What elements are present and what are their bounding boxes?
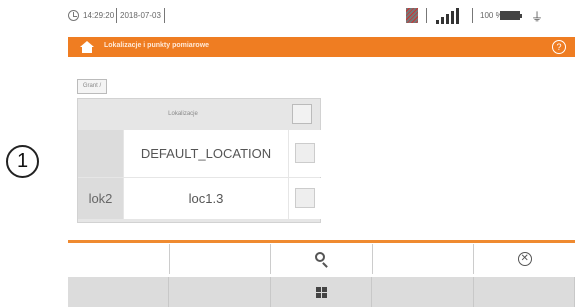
- memory-card-icon: [406, 8, 418, 23]
- toolbar-divider: [68, 240, 575, 243]
- status-divider: [472, 8, 473, 23]
- toolbar-button-empty[interactable]: [169, 277, 271, 307]
- title-bar: Lokalizacje i punkty pomiarowe ?: [68, 37, 575, 57]
- grid-icon: [316, 287, 328, 298]
- row-checkbox-cell: [289, 130, 321, 177]
- row-checkbox-cell: [289, 178, 321, 219]
- signal-strength-icon: [436, 7, 464, 24]
- device-screen: 14:29:20 2018-07-03 100 % ⏚ Lokalizacje …: [68, 0, 575, 307]
- toolbar-button-empty[interactable]: [373, 244, 475, 274]
- charging-plug-icon: ⏚: [531, 10, 544, 24]
- row-checkbox[interactable]: [295, 143, 315, 163]
- menu-grid-button[interactable]: [271, 277, 373, 307]
- toolbar-button-empty[interactable]: [170, 244, 272, 274]
- table-header[interactable]: Lokalizacje: [78, 99, 288, 130]
- toolbar-button-empty[interactable]: [474, 277, 575, 307]
- select-all-checkbox[interactable]: [292, 104, 312, 124]
- clock-icon: [68, 10, 79, 21]
- search-button[interactable]: [271, 244, 373, 274]
- toolbar-button-empty[interactable]: [68, 277, 170, 307]
- locations-table: Lokalizacje DEFAULT_LOCATION lok2 loc1.3: [77, 98, 321, 223]
- status-divider: [426, 8, 427, 23]
- callout-number: 1: [6, 145, 39, 178]
- location-name-cell[interactable]: loc1.3: [124, 178, 288, 219]
- cancel-icon: ✕: [517, 252, 532, 266]
- cancel-button[interactable]: ✕: [474, 244, 575, 274]
- row-checkbox[interactable]: [295, 188, 315, 208]
- page-title: Lokalizacje i punkty pomiarowe: [104, 42, 210, 49]
- status-divider: [164, 8, 165, 23]
- status-date: 2018-07-03: [120, 11, 161, 20]
- toolbar-button-empty[interactable]: [68, 244, 170, 274]
- home-icon[interactable]: [80, 41, 94, 53]
- row-label[interactable]: lok2: [78, 178, 123, 219]
- bottom-toolbar: ✕: [68, 240, 575, 307]
- battery-icon: [500, 11, 522, 20]
- toolbar-row-top: ✕: [68, 244, 575, 274]
- toolbar-button-empty[interactable]: [372, 277, 474, 307]
- search-icon: [315, 252, 326, 262]
- status-divider: [116, 8, 117, 23]
- breadcrumb-button[interactable]: Grant /: [77, 79, 107, 94]
- location-name-cell[interactable]: DEFAULT_LOCATION: [124, 130, 288, 177]
- toolbar-row-bottom: [68, 277, 575, 307]
- help-icon[interactable]: ?: [552, 40, 566, 54]
- status-bar: 14:29:20 2018-07-03 100 % ⏚: [68, 6, 575, 28]
- row-label[interactable]: [78, 130, 123, 177]
- status-time: 14:29:20: [83, 11, 115, 20]
